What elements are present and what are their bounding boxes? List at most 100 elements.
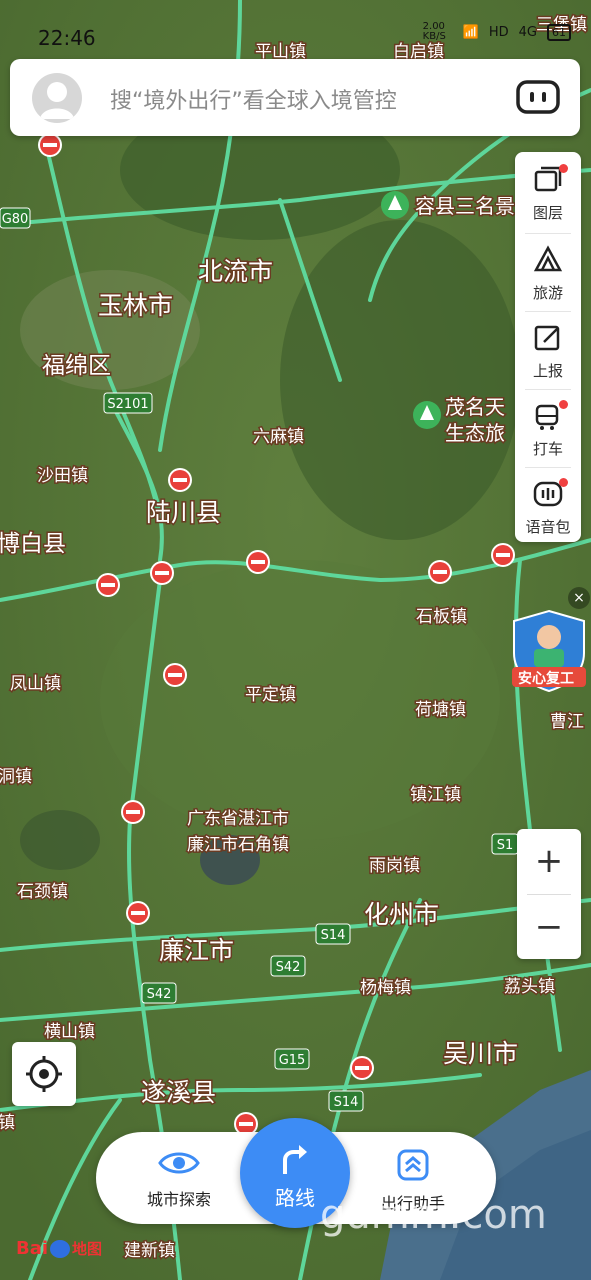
map-label: 镇江镇 — [410, 785, 461, 805]
map-label: 廉江市石角镇 — [187, 835, 289, 855]
road-closure-icon — [38, 133, 62, 157]
promo-close-button[interactable]: × — [568, 587, 590, 609]
shield-label: S42 — [276, 960, 301, 975]
logo-text-2: 地图 — [72, 1240, 103, 1258]
shield-label: S42 — [147, 987, 172, 1002]
road-closure-icon — [246, 550, 270, 574]
search-input[interactable]: 搜“境外出行”看全球入境管控 — [110, 83, 397, 115]
promo-label: 安心复工 — [518, 671, 574, 687]
tourism-button[interactable]: 旅游 — [515, 232, 581, 308]
net-speed: 2.00 KB/S — [422, 21, 446, 42]
shield-label: S2101 — [107, 397, 148, 412]
eye-icon — [158, 1152, 200, 1174]
map-label: 建新镇 — [124, 1241, 175, 1261]
report-icon — [534, 325, 560, 351]
map-label: 化州市 — [364, 900, 439, 929]
location-crosshair-icon — [26, 1056, 62, 1092]
notification-dot — [559, 400, 568, 409]
map-label: 玉林市 — [98, 291, 173, 320]
paw-icon — [50, 1240, 71, 1258]
road-shield: S14 — [328, 1090, 364, 1112]
tourism-icon — [533, 245, 563, 272]
map-label: 茂名天 — [445, 395, 505, 419]
shield-label: G80 — [2, 212, 29, 227]
status-time: 22:46 — [38, 26, 96, 50]
map-label: 陆川县 — [146, 498, 221, 527]
wifi-icon: 📶 — [462, 24, 479, 40]
voice-assistant-icon — [516, 80, 560, 114]
map-label: 凤山镇 — [10, 674, 61, 694]
battery-icon: 61 — [547, 23, 571, 41]
side-item-label: 图层 — [532, 204, 563, 222]
shield-label: S14 — [334, 1095, 359, 1110]
map-label: 福绵区 — [42, 353, 111, 379]
map-label: 荷塘镇 — [415, 700, 466, 720]
road-closure-icon — [150, 561, 174, 585]
road-shield: S2101 — [103, 392, 153, 414]
map-label: 石板镇 — [416, 607, 467, 627]
notification-dot — [559, 164, 568, 173]
map-label: 横山镇 — [44, 1022, 95, 1042]
side-item-label: 打车 — [532, 440, 563, 458]
battery-level: 61 — [552, 25, 566, 39]
map-label: 镇 — [0, 1113, 15, 1133]
report-button[interactable]: 上报 — [515, 310, 581, 386]
map-label: 沙田镇 — [37, 466, 88, 486]
road-closure-icon — [121, 800, 145, 824]
road-shield: S1 — [491, 833, 519, 855]
layers-button[interactable]: 图层 — [515, 152, 581, 228]
map-label: 荔头镇 — [504, 977, 555, 997]
status-bar: 22:46 2.00 KB/S 📶 HD 4G 61 — [0, 0, 591, 58]
logo-text: Bai — [16, 1238, 49, 1259]
zoom-in-button[interactable]: + — [517, 829, 581, 893]
voice-pack-button[interactable]: 语音包 — [515, 466, 581, 542]
map-label: 平定镇 — [245, 685, 296, 705]
status-indicators: 2.00 KB/S 📶 HD 4G 61 — [423, 22, 571, 42]
scenic-spot-icon — [413, 401, 441, 429]
side-item-label: 旅游 — [532, 284, 563, 302]
promo-badge[interactable]: 安心复工 — [508, 607, 590, 693]
road-shield: G15 — [274, 1048, 310, 1070]
map-label: 生态旅 — [445, 421, 505, 445]
road-closure-icon — [126, 901, 150, 925]
travel-assistant-icon — [397, 1149, 429, 1181]
avatar[interactable] — [32, 73, 82, 123]
shield-label: G15 — [279, 1053, 306, 1068]
map-label: 曹江 — [550, 712, 584, 732]
hd-label: HD — [488, 24, 509, 40]
road-shield: S14 — [315, 923, 351, 945]
satellite-map[interactable]: G80 S2101 S14 S42 S42 G15 S14 S1 平山镇 白启镇… — [0, 0, 591, 1280]
locate-button[interactable] — [12, 1042, 76, 1106]
road-shield: S42 — [270, 955, 306, 977]
map-label: 石颈镇 — [17, 882, 68, 902]
scenic-spot-icon — [381, 191, 409, 219]
bottom-item-label: 城市探索 — [146, 1190, 211, 1209]
road-closure-icon — [491, 543, 515, 567]
map-label: 博白县 — [0, 531, 66, 557]
road-closure-icon — [350, 1056, 374, 1080]
taxi-button[interactable]: 打车 — [515, 388, 581, 464]
map-label: 遂溪县 — [141, 1078, 216, 1107]
map-label: 杨梅镇 — [360, 978, 411, 998]
map-label: 容县三名景 — [415, 194, 515, 218]
road-closure-icon — [163, 663, 187, 687]
search-bar[interactable]: 搜“境外出行”看全球入境管控 — [10, 59, 580, 136]
route-arrow-icon — [283, 1145, 307, 1174]
zoom-controls: + − — [517, 829, 581, 959]
road-closure-icon — [428, 560, 452, 584]
road-shield: S42 — [141, 982, 177, 1004]
shield-label: S14 — [321, 928, 346, 943]
shield-label: S1 — [497, 838, 514, 853]
map-label: 吴川市 — [443, 1039, 518, 1068]
map-label: 洞镇 — [0, 767, 32, 787]
watermark: gdmm.com — [320, 1192, 547, 1238]
map-label: 北流市 — [198, 257, 273, 286]
city-explore-button[interactable]: 城市探索 — [124, 1148, 234, 1210]
zoom-out-button[interactable]: − — [517, 895, 581, 959]
map-label: 廉江市 — [159, 936, 234, 965]
map-label: 六麻镇 — [253, 427, 304, 447]
voice-assistant-button[interactable] — [516, 79, 560, 115]
road-shield: G80 — [0, 207, 31, 229]
notification-dot — [559, 478, 568, 487]
signal-label: 4G — [518, 24, 537, 40]
